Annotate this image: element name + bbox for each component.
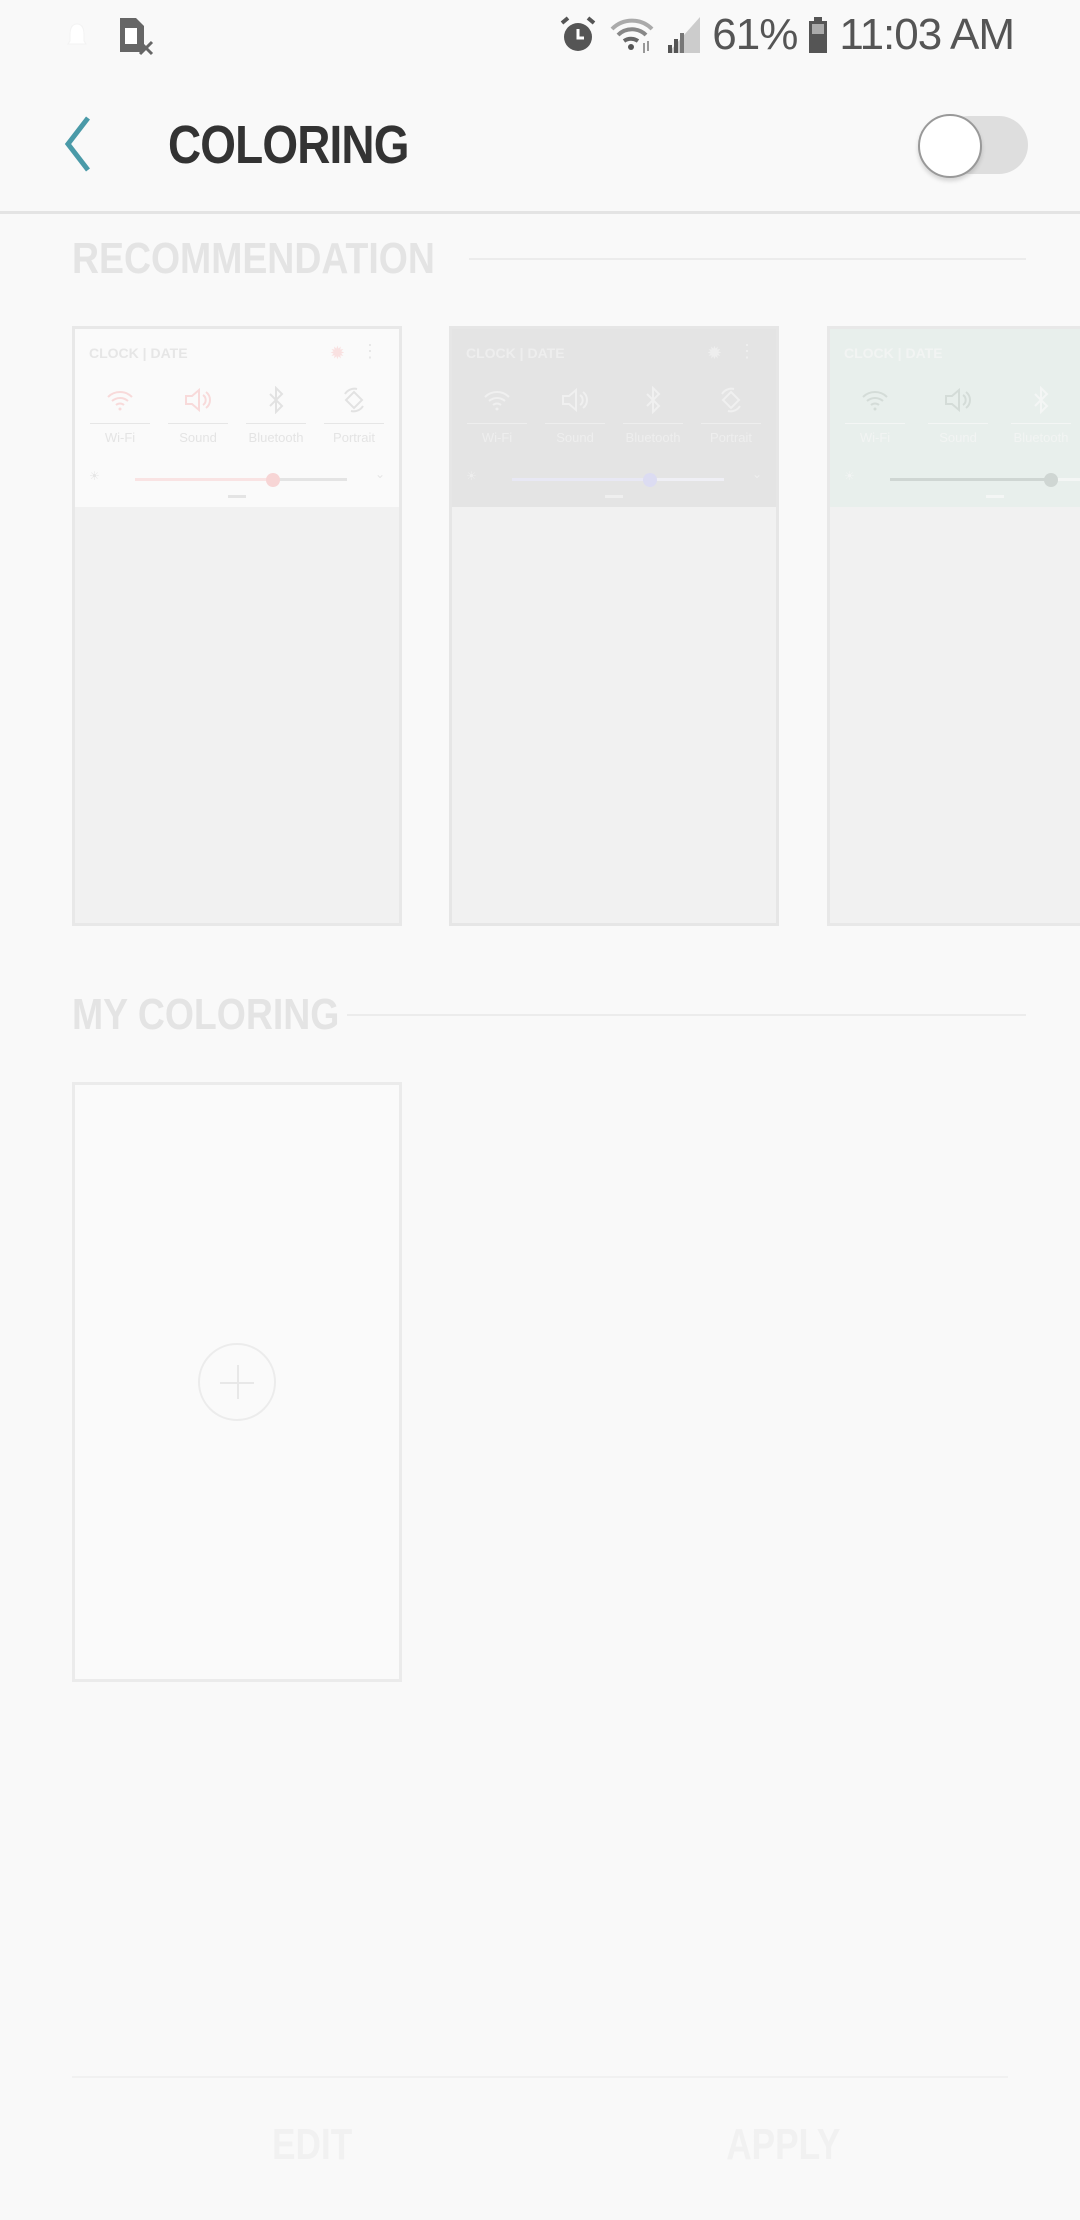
wifi-icon bbox=[610, 18, 654, 53]
more-icon: ⋮ bbox=[738, 341, 756, 361]
plus-icon[interactable] bbox=[198, 1343, 276, 1421]
tile-sound: Sound bbox=[542, 383, 608, 445]
drag-handle bbox=[228, 495, 246, 498]
brightness-icon: ☀ bbox=[466, 469, 477, 483]
brightness-slider: ☀ bbox=[844, 469, 1080, 487]
my-coloring-label: MY COLORING bbox=[72, 990, 340, 1039]
alarm-icon bbox=[561, 16, 596, 51]
rotate-icon bbox=[716, 383, 746, 417]
recommendation-card-green[interactable]: CLOCK | DATE Wi-Fi Sound Bluetooth Portr… bbox=[827, 326, 1080, 926]
apply-button[interactable]: APPLY bbox=[726, 2120, 840, 2170]
tile-sound: Sound bbox=[165, 383, 231, 445]
page-title: COLORING bbox=[168, 115, 409, 175]
no-sim-icon bbox=[120, 18, 154, 56]
notification-icon bbox=[67, 23, 87, 45]
tile-wifi: Wi-Fi bbox=[842, 383, 908, 445]
sound-icon bbox=[943, 383, 973, 417]
chevron-down-icon: ⌄ bbox=[374, 467, 385, 481]
gear-icon: ✹ bbox=[706, 343, 722, 363]
bluetooth-icon bbox=[1031, 383, 1051, 417]
sound-icon bbox=[560, 383, 590, 417]
app-bar: COLORING bbox=[0, 72, 1080, 214]
battery-percent: 61% bbox=[712, 10, 798, 59]
recommendation-label: RECOMMENDATION bbox=[72, 234, 435, 283]
wifi-icon bbox=[860, 383, 890, 417]
bluetooth-icon bbox=[266, 383, 286, 417]
add-coloring-card[interactable] bbox=[72, 1082, 402, 1682]
tile-sound: Sound bbox=[925, 383, 991, 445]
section-divider bbox=[346, 1014, 1026, 1016]
recommendation-header: RECOMMENDATION bbox=[72, 234, 1026, 284]
chevron-down-icon: ⌄ bbox=[751, 467, 762, 481]
chevron-left-icon bbox=[64, 116, 90, 172]
section-divider bbox=[468, 258, 1026, 260]
brightness-slider: ☀ ⌄ bbox=[89, 467, 385, 487]
bottom-divider bbox=[72, 2076, 1008, 2078]
recommendation-card-pink[interactable]: CLOCK | DATE ✹ ⋮ Wi-Fi Sound Bluetooth P… bbox=[72, 326, 402, 926]
wifi-icon bbox=[482, 383, 512, 417]
tile-bluetooth: Bluetooth bbox=[620, 383, 686, 445]
drag-handle bbox=[986, 495, 1004, 498]
brightness-slider: ☀ ⌄ bbox=[466, 467, 762, 487]
bluetooth-icon bbox=[643, 383, 663, 417]
tile-wifi: Wi-Fi bbox=[464, 383, 530, 445]
preview-panel: CLOCK | DATE ✹ ⋮ Wi-Fi Sound Bluetooth P… bbox=[452, 329, 776, 507]
brightness-icon: ☀ bbox=[89, 469, 100, 483]
gear-icon: ✹ bbox=[329, 343, 345, 363]
clock-date-label: CLOCK | DATE bbox=[844, 345, 943, 361]
battery-icon bbox=[809, 17, 828, 53]
tile-bluetooth: Bluetooth bbox=[1008, 383, 1074, 445]
edit-button[interactable]: EDIT bbox=[272, 2120, 352, 2170]
tile-portrait: Portrait bbox=[698, 383, 764, 445]
wifi-icon bbox=[105, 383, 135, 417]
tile-bluetooth: Bluetooth bbox=[243, 383, 309, 445]
signal-icon bbox=[668, 17, 701, 53]
preview-panel: CLOCK | DATE ✹ ⋮ Wi-Fi Sound Bluetooth P… bbox=[75, 329, 399, 507]
more-icon: ⋮ bbox=[361, 341, 379, 361]
my-coloring-header: MY COLORING bbox=[72, 990, 1026, 1040]
drag-handle bbox=[605, 495, 623, 498]
clock-date-label: CLOCK | DATE bbox=[466, 345, 565, 361]
back-button[interactable] bbox=[58, 112, 108, 176]
preview-panel: CLOCK | DATE Wi-Fi Sound Bluetooth Portr… bbox=[830, 329, 1080, 507]
tile-portrait: Portrait bbox=[321, 383, 387, 445]
rotate-icon bbox=[339, 383, 369, 417]
clock: 11:03 AM bbox=[839, 10, 1015, 59]
sound-icon bbox=[183, 383, 213, 417]
tile-wifi: Wi-Fi bbox=[87, 383, 153, 445]
status-bar: 61% 11:03 AM bbox=[0, 0, 1080, 72]
recommendation-card-gray[interactable]: CLOCK | DATE ✹ ⋮ Wi-Fi Sound Bluetooth P… bbox=[449, 326, 779, 926]
brightness-icon: ☀ bbox=[844, 469, 855, 483]
coloring-toggle[interactable] bbox=[918, 114, 1028, 178]
toggle-thumb bbox=[918, 114, 982, 178]
clock-date-label: CLOCK | DATE bbox=[89, 345, 188, 361]
